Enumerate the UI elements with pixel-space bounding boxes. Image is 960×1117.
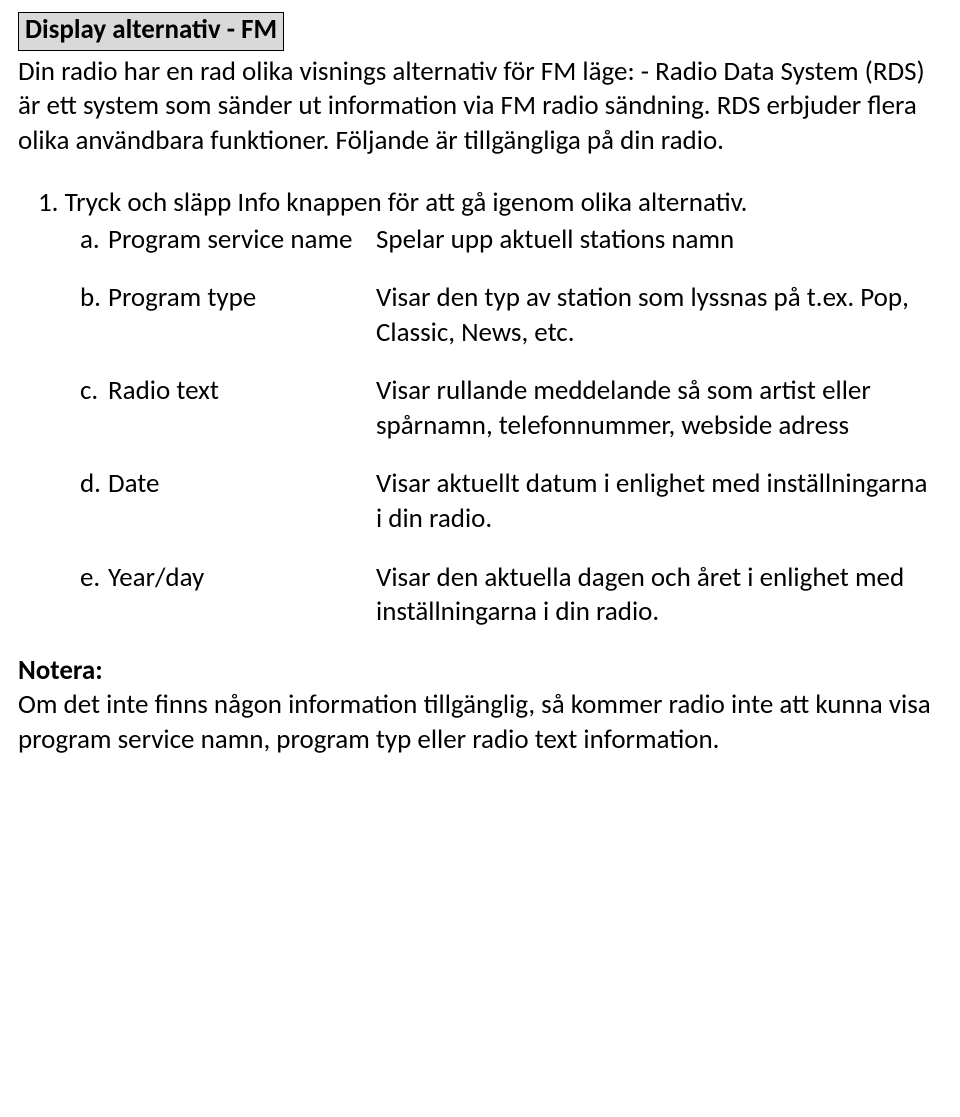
item-letter: b. — [80, 281, 108, 316]
list-item: a. Program service name Spelar upp aktue… — [18, 223, 936, 258]
note-section: Notera: Om det inte finns någon informat… — [18, 654, 936, 758]
note-heading: Notera: — [18, 654, 103, 687]
item-name: Radio text — [108, 374, 219, 409]
item-label-col: c. Radio text — [18, 374, 376, 409]
step-number: 1. — [38, 186, 59, 219]
item-description: Visar den typ av station som lyssnas på … — [376, 281, 936, 350]
step-1: 1. Tryck och släpp Info knappen för att … — [18, 186, 936, 221]
item-name: Date — [108, 467, 159, 502]
item-letter: c. — [80, 374, 108, 409]
item-name: Program type — [108, 281, 256, 316]
list-item: d. Date Visar aktuellt datum i enlighet … — [18, 467, 936, 536]
item-letter: d. — [80, 467, 108, 502]
step-text: Tryck och släpp Info knappen för att gå … — [65, 186, 748, 219]
item-description: Visar rullande meddelande så som artist … — [376, 374, 936, 443]
item-letter: e. — [80, 561, 108, 596]
list-item: e. Year/day Visar den aktuella dagen och… — [18, 561, 936, 630]
item-label-col: e. Year/day — [18, 561, 376, 596]
item-name: Program service name — [108, 223, 352, 258]
item-name: Year/day — [108, 561, 204, 596]
item-description: Visar aktuellt datum i enlighet med inst… — [376, 467, 936, 536]
intro-paragraph: Din radio har en rad olika visnings alte… — [18, 55, 936, 159]
item-label-col: d. Date — [18, 467, 376, 502]
item-label-col: b. Program type — [18, 281, 376, 316]
note-body: Om det inte finns någon information till… — [18, 688, 936, 757]
document-page: Display alternativ - FM Din radio har en… — [0, 0, 960, 781]
list-item: b. Program type Visar den typ av station… — [18, 281, 936, 350]
item-label-col: a. Program service name — [18, 223, 376, 258]
item-description: Spelar upp aktuell stations namn — [376, 223, 936, 258]
item-letter: a. — [80, 223, 108, 258]
section-heading: Display alternativ - FM — [18, 12, 284, 51]
item-description: Visar den aktuella dagen och året i enli… — [376, 561, 936, 630]
list-item: c. Radio text Visar rullande meddelande … — [18, 374, 936, 443]
